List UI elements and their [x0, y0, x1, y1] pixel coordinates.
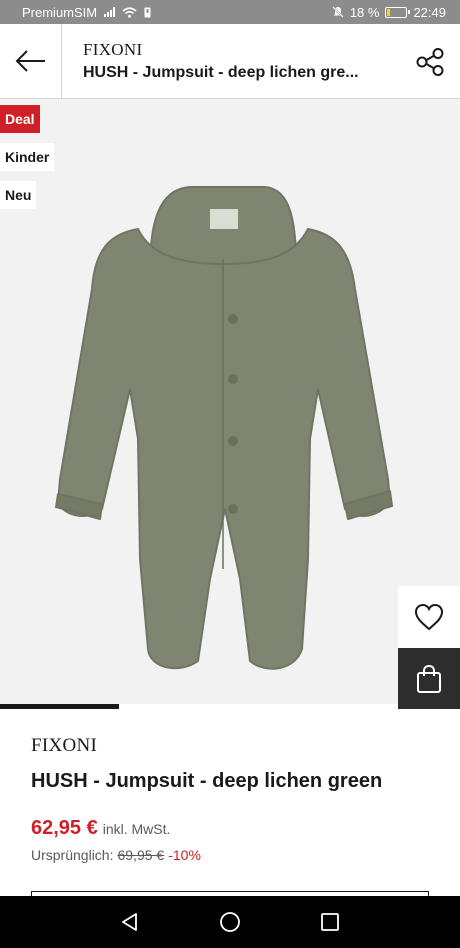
battery-percent: 18 % [349, 4, 380, 20]
original-label: Ursprünglich: [31, 847, 114, 863]
heart-icon [414, 603, 444, 631]
header-text: FIXONI HUSH - Jumpsuit - deep lichen gre… [83, 40, 398, 82]
status-bar: PremiumSIM 18 % 22:49 [0, 0, 460, 24]
nav-home-button[interactable] [210, 902, 250, 942]
share-icon [416, 48, 444, 76]
square-recent-icon [321, 913, 339, 931]
neu-badge: Neu [0, 181, 37, 209]
original-price: 69,95 € [117, 847, 165, 863]
product-image [55, 186, 393, 670]
deal-badge: Deal [0, 105, 40, 133]
current-price: 62,95 € [31, 817, 98, 839]
shopping-bag-icon [417, 664, 441, 693]
discount-badge: -10% [168, 847, 201, 863]
notification-icon [144, 7, 151, 17]
back-button[interactable] [0, 24, 62, 98]
product-brand[interactable]: FIXONI [31, 735, 97, 757]
tax-note: inkl. MwSt. [102, 821, 171, 837]
arrow-left-icon [15, 50, 45, 72]
header-brand: FIXONI [83, 40, 143, 59]
wishlist-button[interactable] [398, 586, 460, 648]
price-row: 62,95 € inkl. MwSt. [31, 817, 170, 840]
clock: 22:49 [413, 4, 446, 20]
original-price-row: Ursprünglich: 69,95 € -10% [31, 847, 201, 863]
share-button[interactable] [412, 44, 448, 80]
triangle-back-icon [122, 913, 137, 931]
battery-icon [385, 6, 411, 18]
nav-back-button[interactable] [110, 902, 150, 942]
product-title: HUSH - Jumpsuit - deep lichen green [31, 770, 383, 792]
kinder-badge: Kinder [0, 143, 55, 171]
nav-recent-button[interactable] [310, 902, 350, 942]
circle-home-icon [220, 912, 240, 932]
add-to-bag-button[interactable] [398, 648, 460, 710]
signal-icon [104, 7, 116, 17]
system-navigation-bar [0, 896, 460, 948]
header-title: HUSH - Jumpsuit - deep lichen gre... [83, 64, 359, 81]
top-app-bar: FIXONI HUSH - Jumpsuit - deep lichen gre… [0, 24, 460, 99]
wifi-icon [122, 6, 137, 18]
product-details: FIXONI HUSH - Jumpsuit - deep lichen gre… [0, 709, 460, 901]
mute-icon [332, 6, 344, 18]
product-image-gallery[interactable]: Deal Kinder Neu [0, 99, 460, 709]
carrier-name: PremiumSIM [22, 4, 98, 20]
